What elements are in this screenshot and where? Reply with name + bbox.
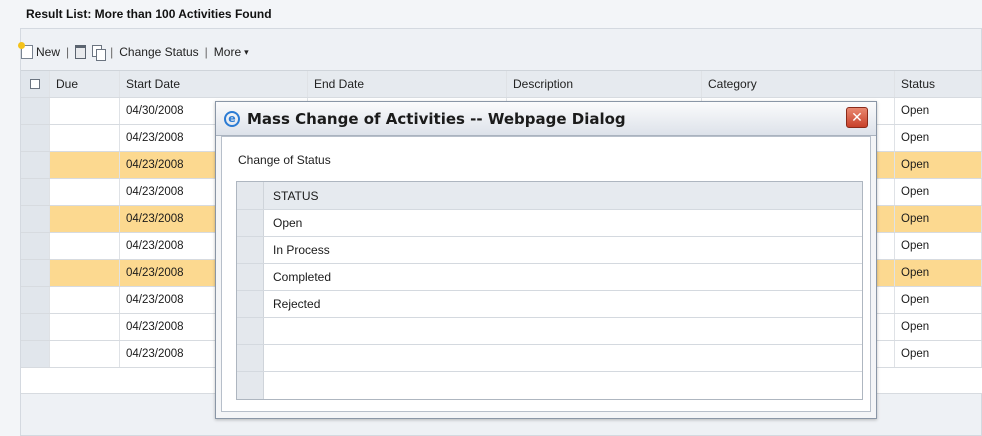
row-selector[interactable]: [237, 372, 264, 399]
change-status-label: Change of Status: [238, 153, 331, 167]
cell-due: [50, 260, 120, 286]
status-column-header: STATUS: [273, 188, 319, 203]
status-option: [264, 318, 862, 344]
new-document-icon: [18, 42, 33, 59]
status-option[interactable]: Open: [264, 210, 862, 236]
cell-status: Open: [895, 341, 982, 367]
cell-due: [50, 125, 120, 151]
status-option: [264, 345, 862, 371]
status-option-row[interactable]: Rejected: [237, 291, 862, 318]
close-button[interactable]: ✕: [846, 107, 868, 128]
cell-status: Open: [895, 152, 982, 178]
copy-button[interactable]: [92, 45, 107, 61]
cell-status: Open: [895, 260, 982, 286]
cell-due: [50, 98, 120, 124]
row-selector[interactable]: [21, 287, 50, 313]
column-header-status[interactable]: Status: [895, 71, 982, 97]
status-option: [264, 372, 862, 399]
row-selector[interactable]: [21, 206, 50, 232]
toolbar-separator: |: [66, 45, 70, 59]
column-header-category[interactable]: Category: [702, 71, 895, 97]
row-selector[interactable]: [21, 233, 50, 259]
cell-status: Open: [895, 179, 982, 205]
column-header-start-date[interactable]: Start Date: [120, 71, 308, 97]
cell-status: Open: [895, 233, 982, 259]
delete-button[interactable]: [75, 45, 87, 59]
row-selector[interactable]: [237, 237, 264, 263]
status-option[interactable]: Rejected: [264, 291, 862, 317]
table-header-row: Due Start Date End Date Description Cate…: [21, 70, 982, 98]
cell-status: Open: [895, 98, 982, 124]
row-selector[interactable]: [21, 260, 50, 286]
status-header-row: STATUS: [237, 182, 862, 210]
cell-due: [50, 341, 120, 367]
dialog-title: Mass Change of Activities -- Webpage Dia…: [247, 109, 626, 128]
cell-status: Open: [895, 314, 982, 340]
column-header-due[interactable]: Due: [50, 71, 120, 97]
row-selector[interactable]: [237, 210, 264, 236]
toolbar-separator: |: [204, 45, 208, 59]
cell-due: [50, 206, 120, 232]
new-button-label: New: [36, 45, 61, 59]
column-settings-icon: [30, 79, 40, 89]
status-option-row: [237, 318, 862, 345]
more-menu-button[interactable]: More ▾: [214, 45, 249, 59]
column-settings-button[interactable]: [21, 71, 50, 97]
dialog-title-bar[interactable]: e Mass Change of Activities -- Webpage D…: [216, 102, 876, 136]
row-selector[interactable]: [237, 345, 264, 371]
mass-change-dialog: e Mass Change of Activities -- Webpage D…: [215, 101, 877, 419]
cell-status: Open: [895, 206, 982, 232]
close-icon: ✕: [851, 109, 863, 126]
dialog-body: Change of Status STATUS Open In Process Co…: [221, 136, 871, 412]
status-option-row: [237, 372, 862, 399]
result-list-title: Result List: More than 100 Activities Fo…: [26, 7, 272, 21]
change-status-button[interactable]: Change Status: [119, 45, 198, 59]
status-option-row[interactable]: Completed: [237, 264, 862, 291]
cell-due: [50, 314, 120, 340]
row-selector[interactable]: [21, 152, 50, 178]
status-option[interactable]: In Process: [264, 237, 862, 263]
toolbar: New | | Change Status | More ▾: [18, 40, 249, 64]
row-selector[interactable]: [237, 291, 264, 317]
column-header-description[interactable]: Description: [507, 71, 702, 97]
cell-status: Open: [895, 287, 982, 313]
status-options-table: STATUS Open In Process Completed Rejected: [236, 181, 863, 400]
row-selector[interactable]: [21, 179, 50, 205]
status-option-row[interactable]: Open: [237, 210, 862, 237]
cell-due: [50, 152, 120, 178]
cell-due: [50, 179, 120, 205]
toolbar-separator: |: [110, 45, 114, 59]
row-selector[interactable]: [21, 125, 50, 151]
row-selector[interactable]: [237, 318, 264, 344]
column-header-end-date[interactable]: End Date: [308, 71, 507, 97]
row-selector[interactable]: [21, 341, 50, 367]
row-selector[interactable]: [237, 264, 264, 290]
chevron-down-icon: ▾: [244, 46, 249, 57]
more-button-label: More: [213, 45, 242, 59]
copy-icon: [92, 45, 107, 61]
status-option[interactable]: Completed: [264, 264, 862, 290]
cell-due: [50, 233, 120, 259]
new-button[interactable]: New: [18, 42, 61, 59]
row-selector-header: [237, 182, 264, 209]
cell-due: [50, 287, 120, 313]
row-selector[interactable]: [21, 98, 50, 124]
row-selector[interactable]: [21, 314, 50, 340]
browser-icon: e: [224, 110, 240, 127]
status-options: Open In Process Completed Rejected: [237, 210, 862, 399]
cell-status: Open: [895, 125, 982, 151]
status-option-row: [237, 345, 862, 372]
trash-icon: [75, 45, 87, 59]
status-option-row[interactable]: In Process: [237, 237, 862, 264]
